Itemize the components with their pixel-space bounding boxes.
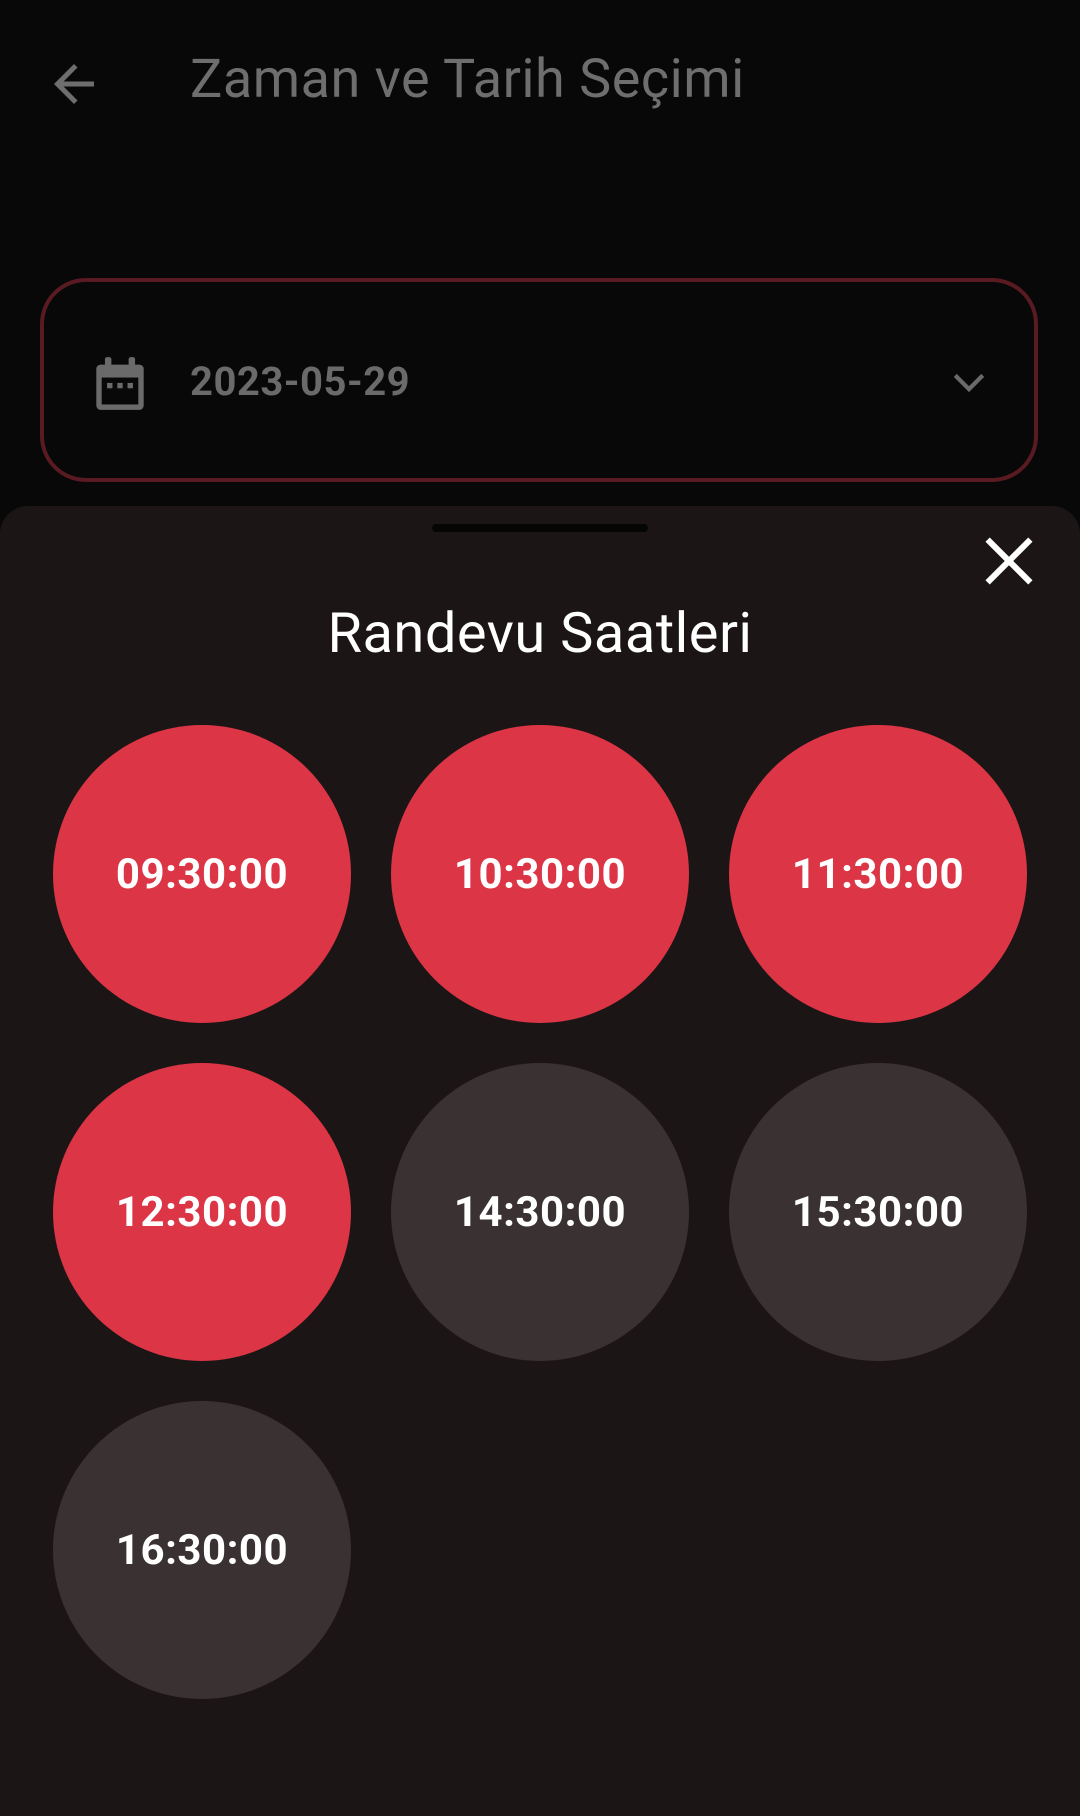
time-slot-label: 16:30:00	[115, 1525, 289, 1575]
calendar-icon	[94, 356, 146, 412]
date-picker-field[interactable]: 2023-05-29	[40, 278, 1038, 482]
time-slot-label: 12:30:00	[115, 1187, 289, 1237]
time-slot-label: 11:30:00	[791, 849, 965, 899]
drag-handle[interactable]	[432, 524, 648, 532]
arrow-left-icon	[54, 64, 94, 104]
time-slot[interactable]: 10:30:00	[391, 725, 689, 1023]
time-slot[interactable]: 15:30:00	[729, 1063, 1027, 1361]
time-slot[interactable]: 11:30:00	[729, 725, 1027, 1023]
time-slot-grid: 09:30:00 10:30:00 11:30:00 12:30:00 14:3…	[53, 725, 1027, 1699]
time-slot-label: 09:30:00	[115, 849, 289, 899]
time-slot[interactable]: 09:30:00	[53, 725, 351, 1023]
back-button[interactable]	[44, 54, 104, 114]
page-title: Zaman ve Tarih Seçimi	[190, 48, 745, 111]
app-bar: Zaman ve Tarih Seçimi	[0, 0, 1080, 170]
sheet-title: Randevu Saatleri	[327, 600, 753, 666]
close-icon	[985, 537, 1033, 585]
time-slot-label: 15:30:00	[791, 1187, 965, 1237]
bottom-sheet: Randevu Saatleri 09:30:00 10:30:00 11:30…	[0, 506, 1080, 1816]
time-slot[interactable]: 16:30:00	[53, 1401, 351, 1699]
time-slot-label: 14:30:00	[453, 1187, 627, 1237]
date-value: 2023-05-29	[190, 358, 411, 405]
time-slot[interactable]: 14:30:00	[391, 1063, 689, 1361]
close-button[interactable]	[976, 528, 1042, 594]
chevron-down-icon[interactable]	[948, 362, 990, 404]
time-slot-label: 10:30:00	[453, 849, 627, 899]
screen: Zaman ve Tarih Seçimi 2023-05-29 Randevu…	[0, 0, 1080, 1816]
time-slot[interactable]: 12:30:00	[53, 1063, 351, 1361]
